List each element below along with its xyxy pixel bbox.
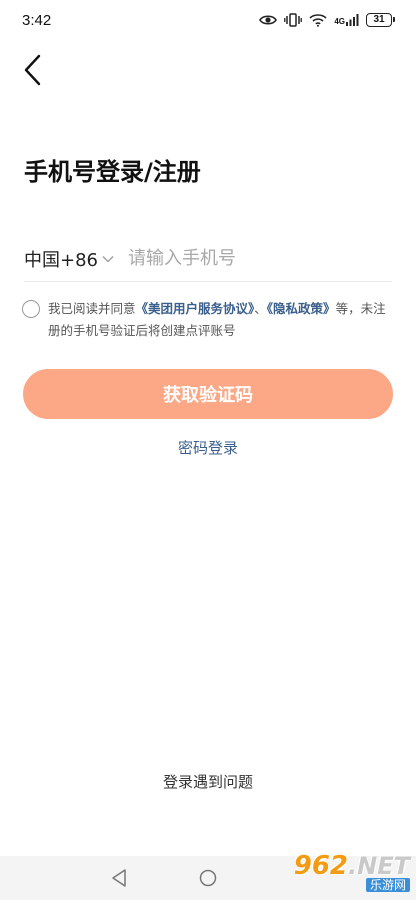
battery-icon: 31	[366, 13, 395, 27]
status-bar: 3:42 4G 31	[0, 0, 416, 40]
agreement-prefix: 我已阅读并同意	[48, 301, 136, 316]
country-code-selector[interactable]: 中国+86	[24, 246, 114, 272]
nav-back-icon[interactable]	[110, 868, 128, 888]
country-code-label: 中国+86	[24, 249, 98, 271]
get-code-button[interactable]: 获取验证码	[23, 369, 393, 419]
agreement-text: 我已阅读并同意《美团用户服务协议》、《隐私政策》等，未注册的手机号验证后将创建点…	[48, 298, 394, 342]
status-icons: 4G 31	[259, 13, 395, 27]
watermark-sub: 乐游网	[365, 878, 410, 892]
nav-home-icon[interactable]	[199, 869, 217, 887]
chevron-down-icon	[102, 255, 114, 262]
password-login-link[interactable]: 密码登录	[0, 437, 416, 458]
login-screen: 3:42 4G 31 手机号登录/注册 中国+86 请输入手机号 我已阅读并同意…	[0, 0, 416, 900]
phone-row: 中国+86	[24, 236, 392, 282]
eye-icon	[259, 15, 278, 25]
vibrate-icon	[284, 13, 303, 27]
network-label: 4G	[334, 17, 345, 26]
wifi-icon	[309, 14, 327, 27]
watermark-main: 962.NET	[293, 851, 410, 881]
status-time: 3:42	[22, 11, 52, 29]
back-button[interactable]	[20, 52, 50, 88]
signal-icon	[346, 14, 359, 26]
watermark-logo: 962.NET 乐游网	[294, 852, 410, 892]
agreement: 我已阅读并同意《美团用户服务协议》、《隐私政策》等，未注册的手机号验证后将创建点…	[22, 298, 394, 342]
login-help-link[interactable]: 登录遇到问题	[0, 771, 416, 792]
phone-input[interactable]	[128, 248, 392, 269]
cellular-signal: 4G	[334, 14, 359, 26]
page-title: 手机号登录/注册	[24, 158, 201, 186]
chevron-left-icon	[24, 54, 41, 86]
agreement-separator: 、	[254, 301, 267, 316]
agreement-checkbox[interactable]	[22, 300, 40, 318]
service-agreement-link[interactable]: 《美团用户服务协议》	[136, 301, 255, 316]
privacy-policy-link[interactable]: 《隐私政策》	[267, 301, 336, 316]
